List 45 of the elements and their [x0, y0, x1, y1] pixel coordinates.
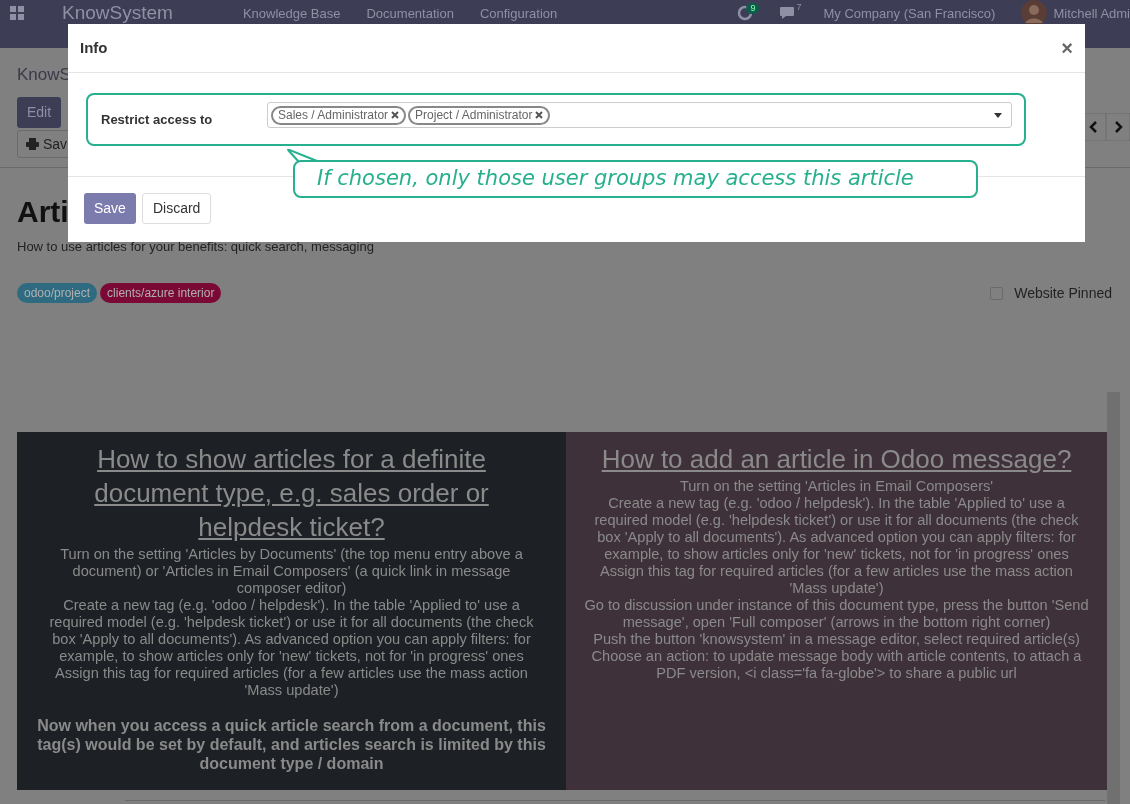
paragraph: Go to discussion under instance of this document type, press the button 'Send message', open 'Full composer' (arrows in the bottom right corner)	[583, 597, 1090, 631]
user-name[interactable]: Mitchell Admi	[1053, 6, 1130, 21]
company-name[interactable]: My Company (San Francisco)	[823, 6, 996, 21]
edit-button[interactable]: Edit	[17, 97, 61, 128]
menu-item[interactable]: Documentation	[366, 6, 454, 21]
tag[interactable]: clients/azure interior	[100, 283, 222, 303]
menu-item[interactable]: Knowledge Base	[242, 6, 341, 21]
app-name: KnowSystem	[62, 3, 173, 22]
article-subtitle: How to use articles for your benefits: quick search, messaging	[17, 238, 374, 256]
scrollbar[interactable]	[1107, 392, 1120, 804]
tags-field[interactable]: Sales / Administrator Project / Administrator	[267, 102, 1012, 128]
paragraph: Assign this tag for required articles (for a few articles use the mass action 'Mass update')	[599, 563, 1074, 597]
dropdown-caret-icon[interactable]	[994, 112, 1002, 118]
activity-badge: 9	[746, 3, 760, 14]
paragraph: Assign this tag for required articles (for a few articles use the mass action 'Mass update')	[54, 665, 529, 699]
discard-button[interactable]: Discard	[141, 193, 212, 224]
message-count: 7	[796, 2, 802, 12]
next-icon[interactable]	[1106, 113, 1130, 141]
dialog-title: Info	[80, 37, 108, 58]
callout-pointer	[287, 149, 319, 163]
checkbox-label: Website Pinned	[1014, 283, 1112, 303]
paragraph: Create a new tag (e.g. 'odoo / helpdesk'). In the table 'Applied to' use a required model (e.g. 'helpdesk ticket') or use it for all documents (the check box 'Apply to all documents'). As advanced option you can apply filters: for example, to show articles only for 'new' tickets, not for 'in progress' ones	[48, 597, 535, 665]
menu-item[interactable]: Configuration	[479, 6, 558, 21]
save-button[interactable]: Save	[84, 193, 136, 224]
paragraph: Turn on the setting 'Articles in Email Composers'	[678, 478, 995, 495]
avatar[interactable]	[1021, 0, 1048, 26]
paragraph: Turn on the setting 'Articles by Documents' (the top menu entry above a document) or 'Articles in Email Composers' (a quick link in message composer editor)	[59, 546, 524, 597]
remove-icon[interactable]	[535, 111, 544, 119]
tag[interactable]: Project / Administrator	[408, 105, 551, 125]
tag[interactable]: Sales / Administrator	[271, 105, 407, 125]
paragraph: Push the button 'knowsystem' in a message editor, select required article(s)	[592, 631, 1081, 648]
section-heading[interactable]: How to add an article in Odoo message?	[582, 442, 1091, 476]
chat-icon[interactable]	[779, 6, 796, 20]
field-label: Restrict access to	[101, 111, 214, 129]
activity-icon[interactable]	[737, 5, 754, 21]
article-title: Arti	[17, 194, 69, 230]
paragraph: Choose an action: to update message body with article contents, to attach a PDF version, <i class='fa fa-globe'> to share a public url	[590, 648, 1083, 682]
remove-icon[interactable]	[391, 111, 400, 119]
tag[interactable]: odoo/project	[17, 283, 98, 303]
paragraph: Create a new tag (e.g. 'odoo / helpdesk'). In the table 'Applied to' use a required model (e.g. 'helpdesk ticket') or use it for all documents (the check box 'Apply to all documents'). As advanced option you can apply filters: for example, to show articles only for 'new' tickets, not for 'in progress' ones	[593, 495, 1080, 563]
apps-menu-icon[interactable]	[10, 6, 24, 20]
section-heading[interactable]: How to show articles for a definite document type, e.g. sales order or helpdesk ticket?	[37, 442, 546, 544]
callout: If chosen, only those user groups may access this article	[293, 160, 978, 198]
close-button[interactable]: ×	[1061, 38, 1073, 58]
note: Now when you access a quick article search from a document, this tag(s) would be set by default, and articles search is limited by this document type / domain	[37, 716, 546, 773]
